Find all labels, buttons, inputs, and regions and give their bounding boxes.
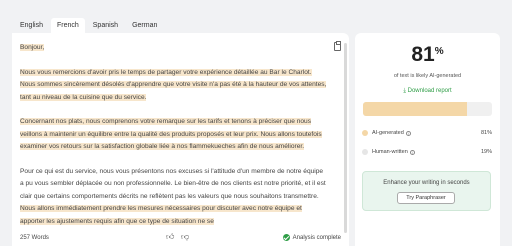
analyzed-text: Bonjour, Nous vous remercions d'avoir pr… [20, 42, 328, 240]
text-editor[interactable]: Bonjour, Nous vous remercions d'avoir pr… [12, 33, 349, 246]
download-report-label: Download report [407, 88, 452, 94]
ai-score-value: 81 [411, 43, 435, 66]
ai-score-bar-fill [363, 102, 468, 116]
greeting-text: Bonjour, [20, 44, 45, 51]
legend-ai: AI-generated i 81% [362, 130, 492, 136]
tab-spanish[interactable]: Spanish [86, 18, 125, 34]
legend-human: Human-written i 19% [362, 149, 492, 155]
clipboard-icon[interactable] [334, 41, 341, 51]
legend-human-label: Human-written [372, 149, 408, 155]
score-caption: of text is likely AI-generated [393, 73, 462, 79]
enhance-title: Enhance your writing in seconds [383, 180, 470, 186]
download-icon: ⤓ [403, 88, 406, 94]
scrollbar[interactable] [344, 43, 347, 233]
enhance-card: Enhance your writing in seconds Try Para… [362, 171, 491, 211]
paragraph-3b: Nous allons immédiatement prendre les me… [20, 205, 302, 225]
legend-ai-label: AI-generated [372, 130, 404, 136]
ai-score-unit: % [434, 46, 444, 57]
editor-footer: 257 Words 👍︎ 👎︎ Analysis complete [20, 232, 341, 244]
thumbs-up-icon[interactable]: 👍︎ [166, 233, 174, 241]
tab-french[interactable]: French [50, 18, 85, 34]
ai-score: 81% [355, 43, 500, 67]
results-panel: 81% of text is likely AI-generated ⤓ Dow… [355, 33, 500, 246]
download-report-link[interactable]: ⤓ Download report [355, 88, 500, 95]
info-icon[interactable]: i [409, 149, 415, 155]
try-paraphraser-button[interactable]: Try Paraphraser [397, 192, 455, 204]
ai-score-bar [363, 102, 492, 116]
legend-ai-value: 81% [480, 130, 492, 136]
language-tabs: English French Spanish German [14, 18, 164, 34]
paragraph-3a: Pour ce qui est du service, nous vous pr… [20, 168, 326, 200]
paragraph-1: Nous vous remercions d'avoir pris le tem… [20, 68, 327, 101]
paragraph-2: Concernant nos plats, nous comprenons vo… [20, 118, 322, 151]
human-dot-icon [362, 149, 368, 155]
tab-german[interactable]: German [126, 18, 164, 34]
check-circle-icon [282, 234, 290, 241]
analysis-status-label: Analysis complete [292, 234, 341, 241]
legend-human-value: 19% [480, 149, 492, 155]
info-icon[interactable]: i [405, 130, 411, 136]
thumbs-down-icon[interactable]: 👎︎ [181, 233, 189, 241]
analysis-status: Analysis complete [282, 234, 341, 241]
tab-english[interactable]: English [14, 18, 49, 34]
ai-dot-icon [362, 130, 368, 136]
